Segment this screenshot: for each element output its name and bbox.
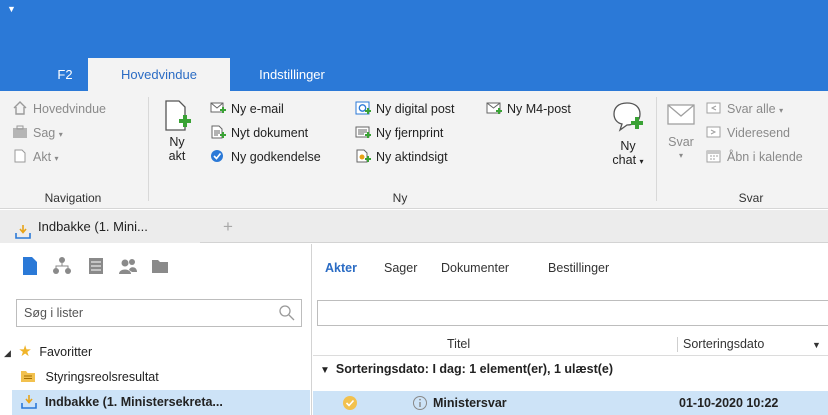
digital-post-icon (355, 101, 371, 115)
users-icon[interactable] (118, 256, 138, 276)
email-icon (210, 101, 226, 115)
videresend-button[interactable]: Videresend (706, 123, 790, 143)
left-toolbar (0, 244, 312, 288)
quick-access-dropdown-icon[interactable]: ▼ (7, 4, 16, 14)
ny-m4-post-button[interactable]: Ny M4-post (486, 99, 571, 119)
remote-print-icon (355, 125, 371, 139)
collapse-arrow-icon[interactable]: ▼ (320, 365, 330, 376)
tab-dokumenter[interactable]: Dokumenter (441, 261, 509, 275)
ny-chat-button[interactable]: Ny chat ▾ (608, 99, 648, 169)
tab-hovedvindue[interactable]: Hovedvindue (88, 58, 230, 91)
ny-digital-post-button[interactable]: Ny digital post (355, 99, 455, 119)
svar-group-label: Svar (738, 191, 764, 205)
tab-sager[interactable]: Sager (384, 261, 417, 275)
document-icon[interactable] (20, 256, 40, 276)
access-request-icon (355, 149, 371, 163)
column-sorteringsdato[interactable]: Sorteringsdato (683, 337, 764, 351)
group-row[interactable]: ▼ Sorteringsdato: I dag: 1 element(er), 1… (313, 357, 828, 381)
tab-indstillinger[interactable]: Indstillinger (240, 58, 344, 91)
case-icon (12, 125, 28, 139)
search-icon[interactable] (278, 304, 296, 322)
column-divider (677, 337, 678, 352)
search-input[interactable] (16, 299, 302, 327)
chevron-down-icon: ▾ (779, 106, 784, 115)
item-title: Ministersvar (433, 396, 507, 410)
sort-dropdown-icon[interactable]: ▼ (812, 340, 821, 350)
tree-item-styringsreolsresultat[interactable]: Styringsreolsresultat (20, 365, 159, 389)
svar-button[interactable]: Svar ▾ (664, 101, 698, 163)
new-document-icon (160, 99, 194, 135)
nyt-dokument-button[interactable]: Nyt dokument (210, 123, 308, 143)
akt-nav-button[interactable]: Akt ▾ (12, 147, 59, 167)
ribbon: Hovedvindue Sag ▾ Akt ▾ Navigation Ny ak… (0, 91, 828, 209)
inbox-icon (21, 394, 37, 410)
home-icon (12, 101, 28, 115)
chevron-down-icon: ▾ (58, 130, 63, 139)
chevron-down-icon: ▾ (678, 151, 683, 160)
approval-icon (210, 149, 226, 163)
ny-group-label: Ny (392, 191, 408, 205)
tab-indbakke[interactable]: Indbakke (1. Mini... (0, 210, 200, 243)
new-document-icon (210, 125, 226, 139)
navigation-group: Hovedvindue Sag ▾ Akt ▾ Navigation (0, 91, 146, 209)
ny-akt-button[interactable]: Ny akt (160, 99, 194, 163)
left-pane: ◢ ★ Favoritter Styringsreolsresultat Ind… (0, 244, 312, 415)
chevron-down-icon: ▾ (639, 157, 644, 166)
navigation-group-label: Navigation (44, 191, 102, 205)
reply-all-icon (706, 101, 722, 115)
document-icon (12, 149, 28, 163)
tree-item-indbakke[interactable]: Indbakke (1. Ministersekreta... (12, 390, 310, 415)
document-tab-bar: Indbakke (1. Mini... + (0, 210, 828, 243)
aabn-i-kalender-button[interactable]: Åbn i kalende (706, 147, 803, 167)
column-titel[interactable]: Titel (447, 337, 470, 351)
reply-envelope-icon (664, 101, 698, 135)
ribbon-separator (656, 97, 657, 201)
add-tab-button[interactable]: + (223, 210, 233, 243)
hovedvindue-nav-button[interactable]: Hovedvindue (12, 99, 106, 119)
folder-icon[interactable] (150, 256, 170, 276)
list-filter-input[interactable] (317, 300, 828, 326)
ribbon-separator (148, 97, 149, 201)
tree-item-favoritter[interactable]: ◢ ★ Favoritter (4, 340, 92, 364)
forward-icon (706, 125, 722, 139)
expand-arrow-icon[interactable]: ◢ (4, 348, 11, 358)
ny-aktindsigt-button[interactable]: Ny aktindsigt (355, 147, 448, 167)
svar-group: Svar ▾ Svar alle ▾ Videresend Åbn i kale… (658, 91, 828, 209)
calendar-icon (706, 149, 722, 163)
ribbon-tabs: F2 Hovedvindue Indstillinger (0, 58, 828, 91)
result-folder-icon (20, 367, 36, 382)
ny-fjernprint-button[interactable]: Ny fjernprint (355, 123, 443, 143)
tab-f2[interactable]: F2 (45, 58, 85, 91)
table-row[interactable]: Ministersvar 01-10-2020 10:22 (313, 391, 828, 415)
right-pane: Akter Sager Dokumenter Bestillinger Tite… (313, 244, 828, 415)
item-date: 01-10-2020 10:22 (679, 396, 779, 410)
tab-bestillinger[interactable]: Bestillinger (548, 261, 609, 275)
title-bar: ▼ (0, 0, 828, 58)
list-icon[interactable] (86, 256, 106, 276)
ny-group: Ny akt Ny e-mail Nyt dokument Ny godkend… (150, 91, 650, 209)
tab-akter[interactable]: Akter (325, 261, 357, 275)
chevron-down-icon: ▾ (54, 154, 59, 163)
svar-alle-button[interactable]: Svar alle ▾ (706, 99, 783, 119)
ny-godkendelse-button[interactable]: Ny godkendelse (210, 147, 321, 167)
read-status-icon (342, 395, 358, 411)
m4-post-icon (486, 101, 502, 115)
ny-email-button[interactable]: Ny e-mail (210, 99, 284, 119)
info-icon (412, 395, 428, 411)
hierarchy-icon[interactable] (52, 256, 72, 276)
star-icon: ★ (18, 343, 32, 360)
chat-icon (608, 99, 648, 139)
column-header: Titel Sorteringsdato ▼ (313, 334, 828, 356)
inbox-icon (15, 219, 31, 239)
sag-nav-button[interactable]: Sag ▾ (12, 123, 63, 143)
